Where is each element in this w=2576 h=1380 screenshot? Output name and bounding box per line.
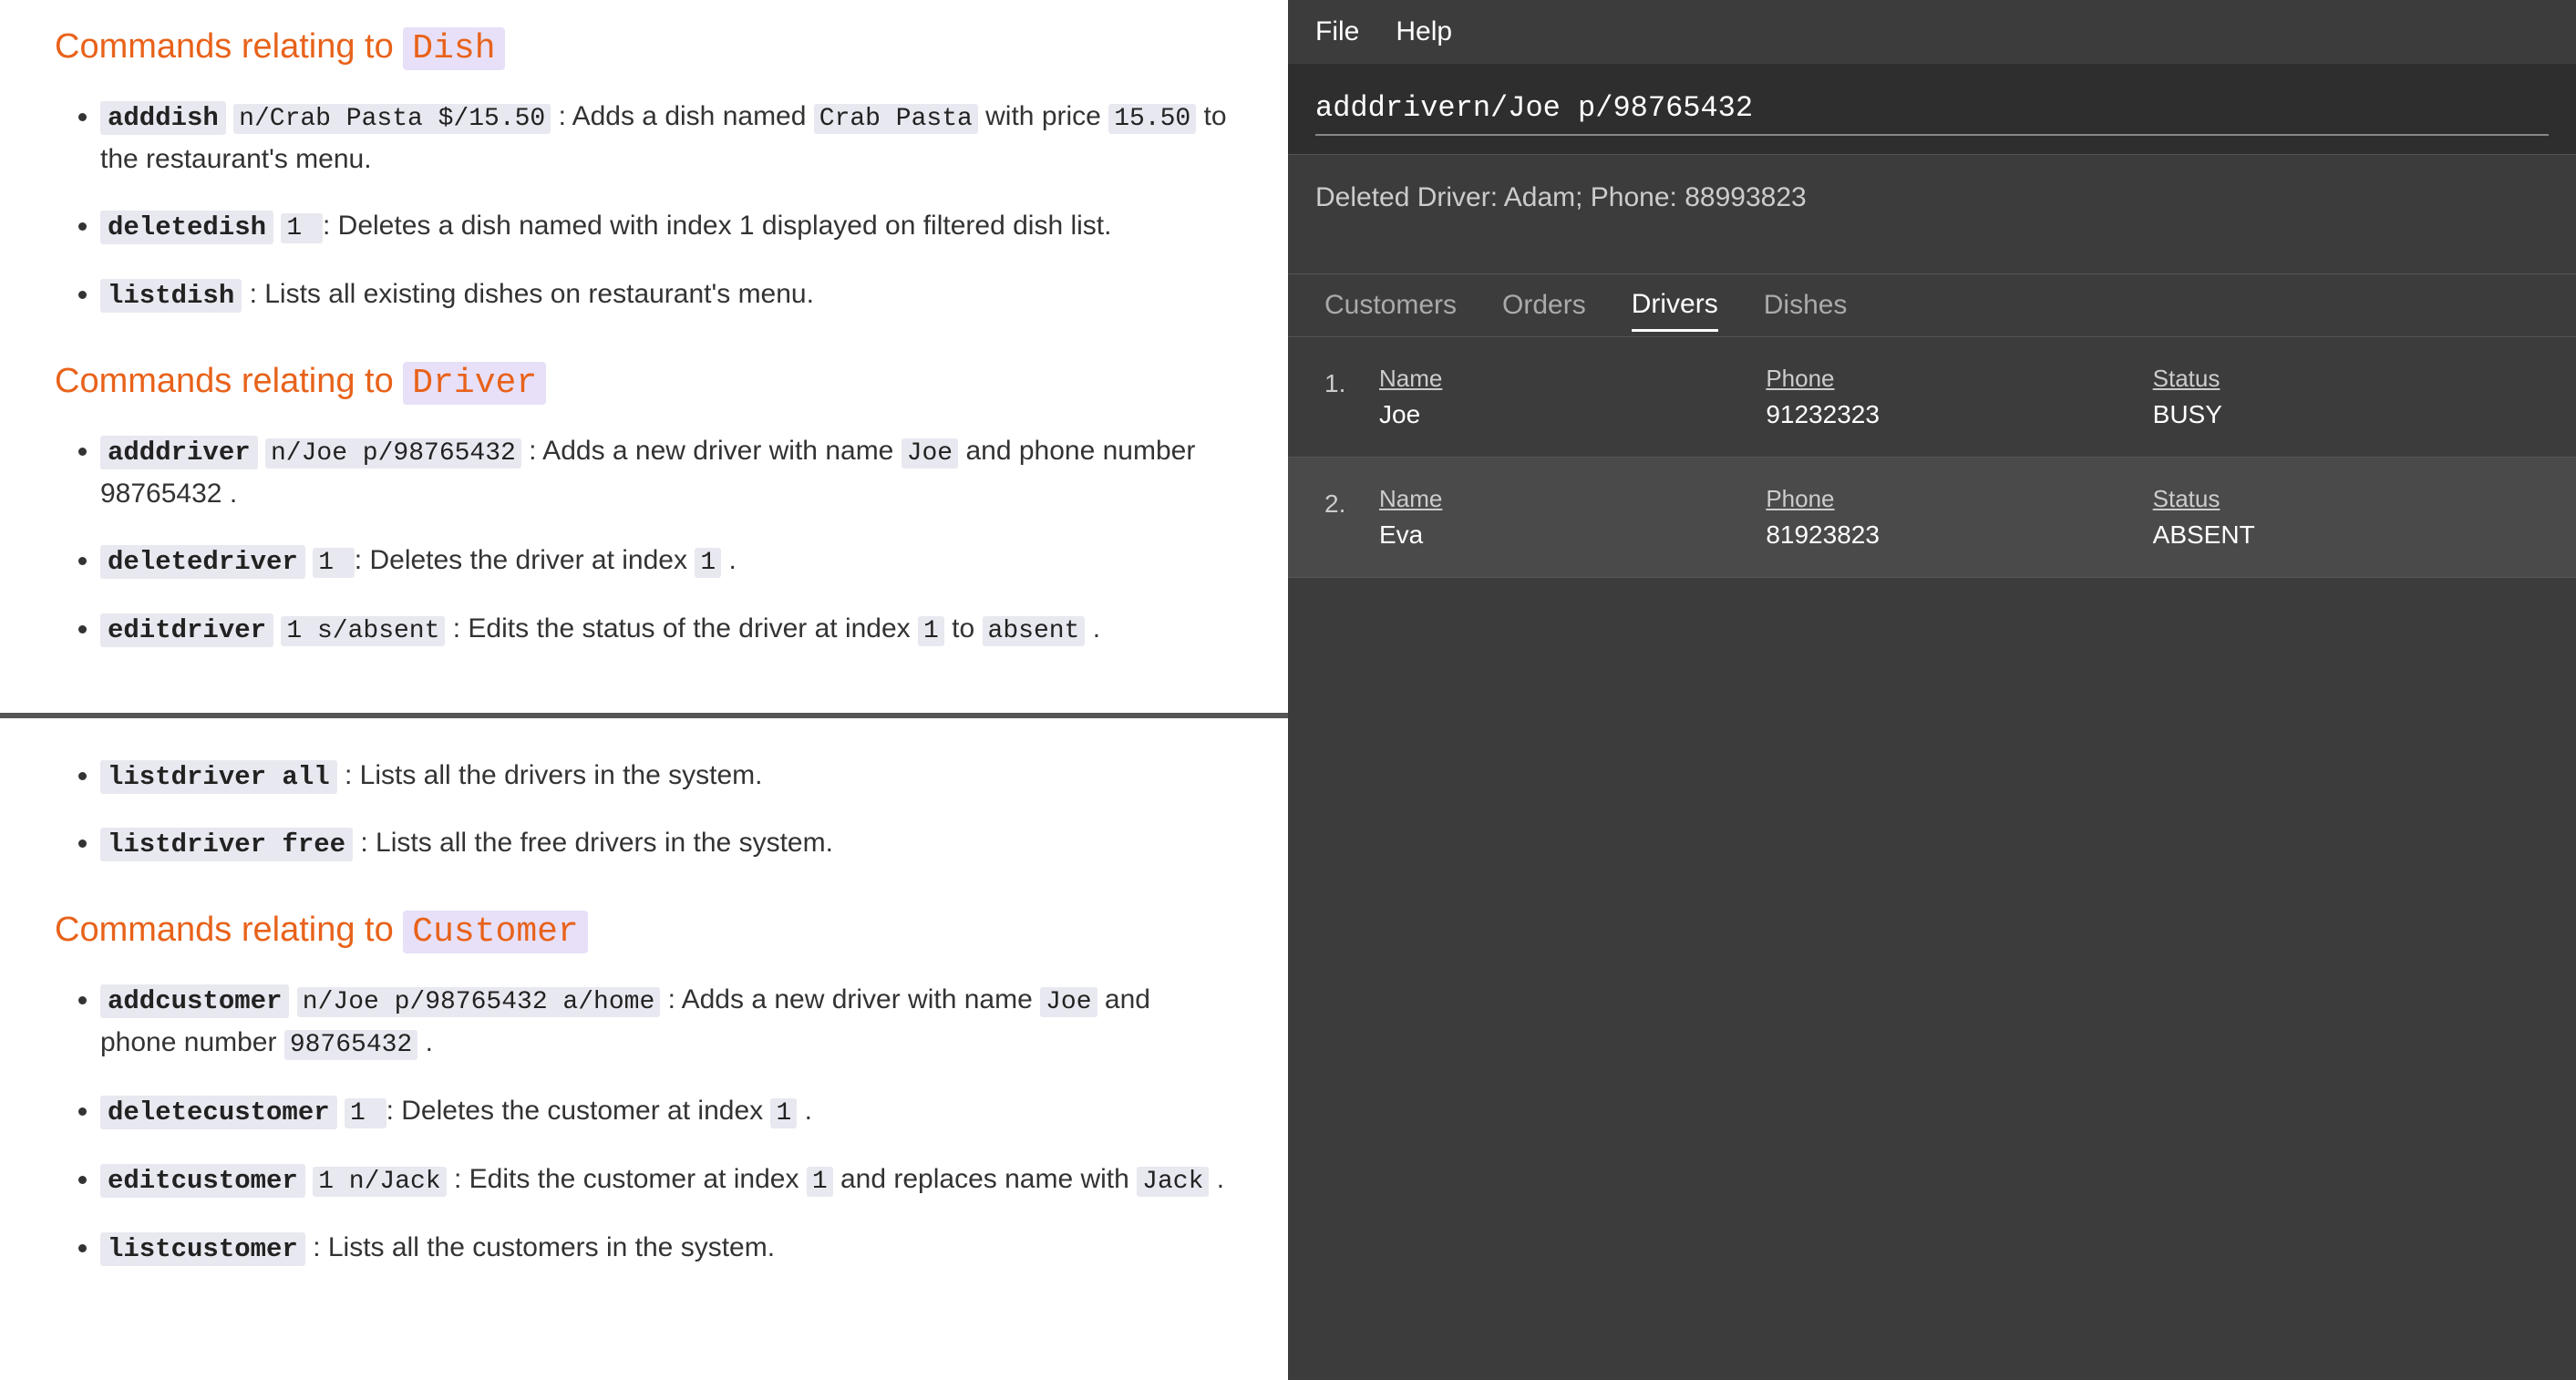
- col-header-status-1: Status: [2153, 365, 2540, 393]
- dish-heading: Commands relating to Dish: [55, 27, 1233, 68]
- col-value-status-2: ABSENT: [2153, 520, 2540, 550]
- cmd-adddriver: adddriver: [100, 436, 258, 469]
- customer-heading: Commands relating to Customer: [55, 911, 1233, 952]
- driver-list: adddriver n/Joe p/98765432 : Adds a new …: [55, 430, 1233, 651]
- cmd-listdriver-all: listdriver all: [100, 760, 337, 794]
- bottom-section: listdriver all : Lists all the drivers i…: [0, 718, 1288, 1380]
- inline-joe: Joe: [902, 438, 958, 469]
- inline-crab-pasta: Crab Pasta: [814, 104, 978, 134]
- cmd-listcustomer: listcustomer: [100, 1232, 305, 1266]
- list-item: listdriver all : Lists all the drivers i…: [100, 755, 1233, 798]
- col-value-phone-2: 81923823: [1766, 520, 2152, 550]
- tabs-bar: Customers Orders Drivers Dishes: [1288, 273, 2576, 337]
- list-item: addcustomer n/Joe p/98765432 a/home : Ad…: [100, 979, 1233, 1065]
- list-item: deletecustomer 1 : Deletes the customer …: [100, 1090, 1233, 1133]
- cmd-editcustomer: editcustomer: [100, 1164, 305, 1198]
- inline-1g: 1: [807, 1167, 833, 1197]
- col-status-1: Status BUSY: [2153, 365, 2540, 429]
- menu-file[interactable]: File: [1315, 16, 1359, 47]
- cmd-adddriver-args: n/Joe p/98765432: [265, 438, 521, 469]
- col-phone-1: Phone 91232323: [1766, 365, 2152, 429]
- customer-keyword: Customer: [403, 911, 587, 953]
- left-panel: Commands relating to Dish adddish n/Crab…: [0, 0, 1288, 1380]
- list-item: adddriver n/Joe p/98765432 : Adds a new …: [100, 430, 1233, 514]
- command-input-area: [1288, 64, 2576, 155]
- table-row: 2. Name Eva Phone 81923823 Status ABSENT: [1288, 458, 2576, 578]
- col-name-2: Name Eva: [1379, 485, 1766, 550]
- cmd-editdriver-args: 1 s/absent: [281, 616, 445, 646]
- cmd-deletedriver: deletedriver: [100, 545, 305, 579]
- cmd-addcustomer: addcustomer: [100, 984, 289, 1018]
- list-item: listdriver free : Lists all the free dri…: [100, 822, 1233, 865]
- cmd-deletecustomer: deletecustomer: [100, 1096, 337, 1129]
- list-item: listdish : Lists all existing dishes on …: [100, 273, 1233, 316]
- row-data-1: Name Joe Phone 91232323 Status BUSY: [1379, 365, 2540, 429]
- result-area: Deleted Driver: Adam; Phone: 88993823: [1288, 155, 2576, 273]
- tab-orders[interactable]: Orders: [1502, 281, 1586, 330]
- col-header-name-2: Name: [1379, 485, 1766, 513]
- drivers-table: 1. Name Joe Phone 91232323 Status BUSY 2…: [1288, 337, 2576, 1380]
- list-item: adddish n/Crab Pasta $/15.50 : Adds a di…: [100, 96, 1233, 180]
- driver-continued-list: listdriver all : Lists all the drivers i…: [55, 755, 1233, 865]
- cmd-addcustomer-args: n/Joe p/98765432 a/home: [297, 987, 660, 1017]
- col-header-status-2: Status: [2153, 485, 2540, 513]
- command-input[interactable]: [1315, 82, 2549, 136]
- inline-1e: 1: [345, 1098, 386, 1128]
- inline-1b: 1: [313, 548, 355, 578]
- driver-heading: Commands relating to Driver: [55, 362, 1233, 403]
- inline-1: 1: [281, 213, 323, 243]
- right-panel: File Help Deleted Driver: Adam; Phone: 8…: [1288, 0, 2576, 1380]
- cmd-adddish: adddish: [100, 101, 226, 135]
- inline-1c: 1: [695, 548, 721, 578]
- list-item: editdriver 1 s/absent : Edits the status…: [100, 608, 1233, 651]
- menu-help[interactable]: Help: [1396, 16, 1452, 47]
- tab-drivers[interactable]: Drivers: [1632, 280, 1718, 332]
- col-header-phone-1: Phone: [1766, 365, 2152, 393]
- menu-bar: File Help: [1288, 0, 2576, 64]
- inline-price: 15.50: [1108, 104, 1196, 134]
- result-text: Deleted Driver: Adam; Phone: 88993823: [1315, 182, 1807, 212]
- list-item: deletedish 1 : Deletes a dish named with…: [100, 205, 1233, 248]
- inline-1d: 1: [918, 616, 944, 646]
- col-value-name-2: Eva: [1379, 520, 1766, 550]
- row-data-2: Name Eva Phone 81923823 Status ABSENT: [1379, 485, 2540, 550]
- inline-jack: Jack: [1137, 1167, 1209, 1197]
- inline-joe2: Joe: [1040, 987, 1097, 1017]
- tab-dishes[interactable]: Dishes: [1764, 281, 1848, 330]
- row-index-2: 2.: [1324, 489, 1379, 519]
- cmd-listdriver-free: listdriver free: [100, 828, 353, 861]
- col-name-1: Name Joe: [1379, 365, 1766, 429]
- tab-customers[interactable]: Customers: [1324, 281, 1457, 330]
- dish-list: adddish n/Crab Pasta $/15.50 : Adds a di…: [55, 96, 1233, 316]
- list-item: editcustomer 1 n/Jack : Edits the custom…: [100, 1159, 1233, 1201]
- table-row: 1. Name Joe Phone 91232323 Status BUSY: [1288, 337, 2576, 458]
- col-phone-2: Phone 81923823: [1766, 485, 2152, 550]
- cmd-listdish: listdish: [100, 279, 242, 313]
- cmd-editdriver: editdriver: [100, 613, 273, 647]
- list-item: listcustomer : Lists all the customers i…: [100, 1227, 1233, 1270]
- col-header-name-1: Name: [1379, 365, 1766, 393]
- cmd-args: n/Crab Pasta $/15.50: [233, 104, 551, 134]
- cmd-editcustomer-args: 1 n/Jack: [313, 1167, 446, 1197]
- col-header-phone-2: Phone: [1766, 485, 2152, 513]
- customer-list: addcustomer n/Joe p/98765432 a/home : Ad…: [55, 979, 1233, 1270]
- inline-absent: absent: [983, 616, 1086, 646]
- dish-section: Commands relating to Dish adddish n/Crab…: [0, 0, 1288, 718]
- row-index-1: 1.: [1324, 369, 1379, 398]
- inline-phone2: 98765432: [284, 1030, 417, 1060]
- col-value-phone-1: 91232323: [1766, 400, 2152, 429]
- col-status-2: Status ABSENT: [2153, 485, 2540, 550]
- col-value-name-1: Joe: [1379, 400, 1766, 429]
- cmd-deletedish: deletedish: [100, 211, 273, 244]
- dish-keyword: Dish: [403, 27, 504, 70]
- driver-keyword: Driver: [403, 362, 546, 405]
- col-value-status-1: BUSY: [2153, 400, 2540, 429]
- list-item: deletedriver 1 : Deletes the driver at i…: [100, 540, 1233, 582]
- inline-1f: 1: [770, 1098, 797, 1128]
